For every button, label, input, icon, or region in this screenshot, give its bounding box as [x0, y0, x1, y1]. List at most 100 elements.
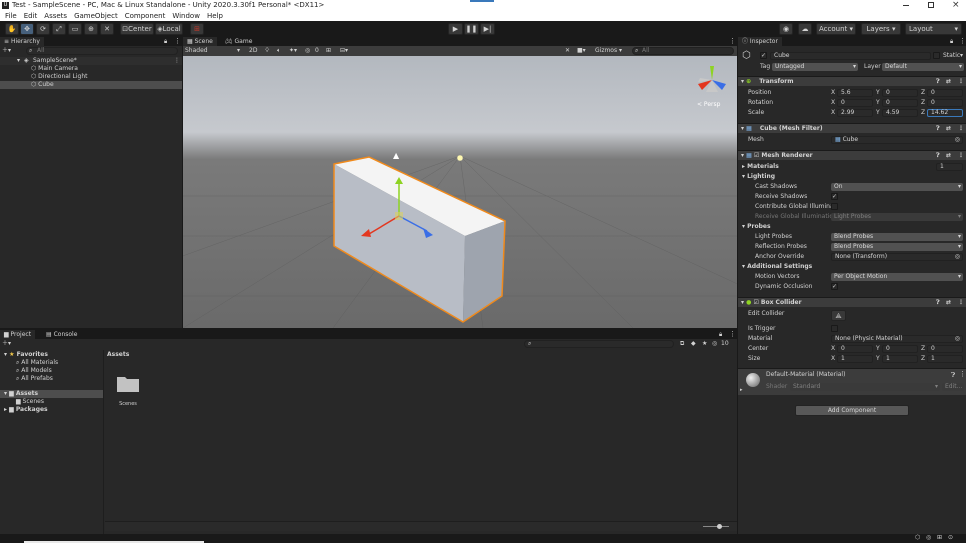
- tab-game[interactable]: 🎮︎ Game: [221, 37, 257, 46]
- gizmos-dropdown[interactable]: Gizmos ▾: [595, 47, 622, 55]
- scale-tool-button[interactable]: ⤢: [52, 23, 66, 35]
- more-options-icon[interactable]: ⋮: [729, 37, 736, 45]
- scenes-folder-item[interactable]: ▆ Scenes: [16, 398, 44, 406]
- status-icon-4[interactable]: ⊙: [948, 534, 953, 541]
- menu-assets[interactable]: Assets: [44, 12, 67, 20]
- 2d-toggle[interactable]: 2D: [249, 47, 257, 55]
- hierarchy-search-input[interactable]: ⌕ All: [26, 47, 178, 55]
- pause-button[interactable]: ❚❚: [464, 23, 479, 35]
- more-options-icon[interactable]: ⋮: [729, 330, 736, 338]
- inspector-tabbar: ⓘ Inspector 🔒︎ ⋮: [738, 37, 966, 46]
- more-options-icon[interactable]: ⋮: [174, 57, 180, 65]
- account-dropdown[interactable]: Account ▾: [816, 23, 856, 35]
- menu-edit[interactable]: Edit: [24, 12, 38, 20]
- project-search-input[interactable]: ⌕: [524, 340, 674, 348]
- tab-project[interactable]: ▆ Project: [0, 330, 36, 339]
- packages-folder-item[interactable]: ▸ ▆ Packages: [4, 406, 48, 414]
- scene-viewport[interactable]: ▲ < Persp: [183, 56, 737, 328]
- move-tool-button[interactable]: ✥: [20, 23, 34, 35]
- favorites-header[interactable]: ▾ ★ Favorites: [4, 351, 48, 359]
- project-breadcrumb[interactable]: Assets: [107, 351, 129, 359]
- project-hidden-count: 10: [721, 340, 729, 347]
- scene-search-input[interactable]: ⌕ All: [632, 47, 734, 55]
- scene-root-item[interactable]: ▾ ◈ SampleScene* ⋮: [0, 57, 182, 65]
- item-label: Cube: [38, 81, 54, 88]
- effects-toggle-icon[interactable]: ✦▾: [289, 47, 297, 55]
- add-object-button[interactable]: ＋▾: [2, 47, 11, 55]
- layers-dropdown[interactable]: Layers ▾: [861, 23, 901, 35]
- hierarchy-item-cube[interactable]: ⬡ Cube: [0, 81, 182, 89]
- more-options-icon[interactable]: ⋮: [174, 37, 181, 45]
- collab-button[interactable]: ◉: [779, 23, 793, 35]
- audio-toggle-icon[interactable]: 🔈︎: [277, 47, 281, 55]
- step-button[interactable]: ▶|: [480, 23, 495, 35]
- snap-icon: ⊞: [194, 25, 200, 33]
- scenes-folder-asset[interactable]: Scenes: [116, 373, 140, 409]
- play-button[interactable]: ▶: [448, 23, 463, 35]
- grid-toggle-icon[interactable]: ⊞: [326, 47, 331, 55]
- favorite-item-all-models[interactable]: ⌕ All Models: [16, 367, 52, 375]
- tools-icon: ✕: [104, 25, 110, 33]
- assets-folder-item[interactable]: ▾ ▆ Assets: [0, 390, 103, 398]
- lock-icon[interactable]: 🔒︎: [164, 38, 167, 46]
- favorite-item-all-prefabs[interactable]: ⌕ All Prefabs: [16, 375, 53, 383]
- status-icon-1[interactable]: ⬡: [915, 534, 920, 541]
- visibility-icon[interactable]: ◎: [305, 47, 310, 55]
- cloud-button[interactable]: ☁: [798, 23, 812, 35]
- tools-icon[interactable]: ✕: [565, 47, 570, 55]
- draw-mode-icon[interactable]: ⊟▾: [340, 47, 348, 55]
- menu-help[interactable]: Help: [207, 12, 223, 20]
- chevron-down-icon: ▾: [237, 47, 241, 54]
- title-center-accent: [470, 0, 494, 2]
- hierarchy-item-main-camera[interactable]: ⬡ Main Camera: [31, 65, 78, 73]
- hand-tool-button[interactable]: ✋: [5, 23, 19, 35]
- pivot-local-label: Local: [162, 25, 181, 33]
- camera-icon[interactable]: ■▾: [577, 47, 586, 55]
- move-icon: ✥: [24, 25, 30, 33]
- perspective-label[interactable]: < Persp: [697, 101, 720, 108]
- rect-icon: ▭: [71, 25, 79, 33]
- menu-gameobject[interactable]: GameObject: [74, 12, 118, 20]
- pivot-center-button[interactable]: ⊡Center: [120, 23, 154, 35]
- console-icon: ▤: [46, 331, 54, 338]
- lock-icon[interactable]: 🔒︎: [719, 331, 722, 339]
- tab-inspector[interactable]: ⓘ Inspector: [738, 37, 782, 46]
- search-icon: ⌕: [528, 340, 532, 347]
- maximize-icon[interactable]: [928, 2, 934, 8]
- layout-dropdown[interactable]: Layout ▾: [905, 23, 962, 35]
- hierarchy-item-directional-light[interactable]: ⬡ Directional Light: [31, 73, 88, 81]
- folder-icon: ▆: [9, 390, 16, 397]
- visibility-icon[interactable]: ◎: [712, 340, 717, 348]
- create-asset-button[interactable]: ＋▾: [2, 340, 11, 348]
- menu-window[interactable]: Window: [172, 12, 200, 20]
- minimize-icon[interactable]: [903, 5, 909, 6]
- favorite-item-all-materials[interactable]: ⌕ All Materials: [16, 359, 58, 367]
- zoom-slider[interactable]: [703, 526, 729, 527]
- status-icon-2[interactable]: ◎: [926, 534, 931, 541]
- tab-hierarchy[interactable]: ≡ Hierarchy: [0, 37, 44, 46]
- tab-scene[interactable]: ▦ Scene: [183, 37, 217, 46]
- more-options-icon[interactable]: ⋮: [959, 37, 966, 45]
- favorites-label: Favorites: [16, 351, 48, 358]
- tab-console[interactable]: ▤ Console: [42, 330, 82, 339]
- pivot-local-button[interactable]: ◈Local: [155, 23, 183, 35]
- custom-tool-button[interactable]: ✕: [100, 23, 114, 35]
- favorite-icon[interactable]: ★: [702, 340, 707, 348]
- lighting-toggle-icon[interactable]: 💡︎: [265, 47, 269, 55]
- rect-tool-button[interactable]: ▭: [68, 23, 82, 35]
- menu-file[interactable]: File: [5, 12, 17, 20]
- close-icon[interactable]: ×: [952, 0, 960, 11]
- scene-tab-icon: ▦: [187, 38, 195, 45]
- transform-tool-button[interactable]: ⊕: [84, 23, 98, 35]
- hand-icon: ✋: [7, 25, 17, 33]
- snap-button[interactable]: ⊞: [190, 23, 204, 35]
- shading-mode-dropdown[interactable]: Shaded ▾: [185, 47, 243, 55]
- status-icon-3[interactable]: ⊞: [937, 534, 942, 541]
- project-tabbar: ▆ Project ▤ Console 🔒︎ ⋮: [0, 330, 737, 339]
- menu-component[interactable]: Component: [125, 12, 166, 20]
- filter-type-icon[interactable]: ⧉: [680, 340, 684, 348]
- lock-icon[interactable]: 🔒︎: [950, 38, 953, 46]
- zoom-slider-handle[interactable]: [717, 524, 722, 529]
- filter-label-icon[interactable]: ◆: [691, 340, 696, 348]
- rotate-tool-button[interactable]: ⟳: [36, 23, 50, 35]
